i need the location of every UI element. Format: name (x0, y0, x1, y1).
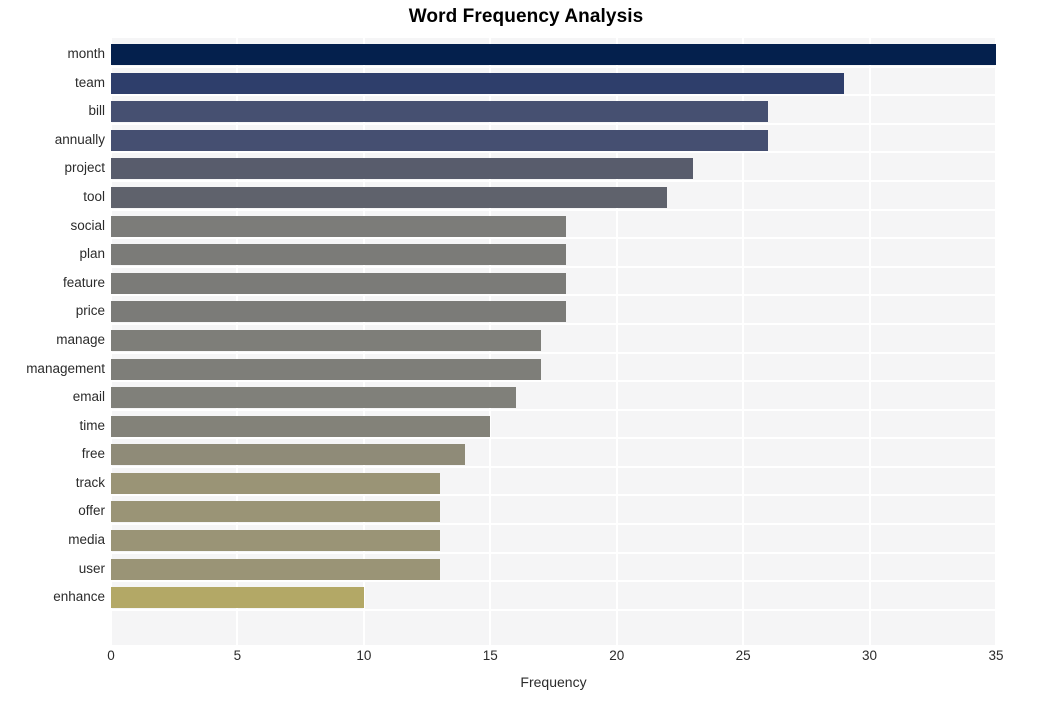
x-tick-label: 10 (356, 648, 372, 663)
bar[interactable] (111, 358, 541, 380)
bar[interactable] (111, 329, 541, 351)
gridline-horizontal (111, 208, 996, 211)
gridline-horizontal (111, 122, 996, 125)
bar[interactable] (111, 44, 996, 65)
y-tick-label: offer (78, 503, 105, 519)
y-tick-label: free (81, 446, 105, 462)
y-tick-label: enhance (53, 589, 105, 605)
bar[interactable] (111, 186, 668, 208)
bar[interactable] (111, 415, 491, 437)
gridline-horizontal (111, 265, 996, 268)
gridline-horizontal (111, 65, 996, 68)
y-tick-label: time (79, 417, 105, 433)
gridline-horizontal (111, 465, 996, 468)
bar[interactable] (111, 101, 769, 123)
gridline-horizontal (111, 322, 996, 325)
y-tick-label: feature (62, 274, 105, 290)
bar[interactable] (111, 158, 693, 180)
y-tick-label: email (72, 389, 105, 405)
y-tick-label: team (74, 74, 105, 90)
bar[interactable] (111, 244, 567, 266)
gridline-horizontal (111, 494, 996, 497)
x-axis-tick-labels: 0 5 10 15 20 25 30 35 (107, 648, 1003, 668)
gridline-horizontal (111, 179, 996, 182)
gridline-horizontal (111, 151, 996, 154)
y-tick-label: track (75, 474, 105, 490)
gridline-horizontal (111, 408, 996, 411)
y-tick-label: manage (56, 331, 105, 347)
x-tick-label: 15 (482, 648, 498, 663)
bar[interactable] (111, 530, 440, 552)
gridline-horizontal (111, 608, 996, 611)
bar[interactable] (111, 444, 465, 466)
y-tick-label: annually (54, 131, 105, 147)
plot-area (111, 38, 996, 645)
y-tick-label: media (68, 532, 105, 548)
page-title: Word Frequency Analysis (408, 6, 644, 27)
y-tick-label: social (70, 217, 105, 233)
x-axis-label: Frequency (520, 674, 587, 690)
y-tick-label: month (67, 46, 105, 61)
gridline-horizontal (111, 294, 996, 297)
bar[interactable] (111, 272, 567, 294)
bar[interactable] (111, 587, 364, 609)
x-tick-label: 20 (609, 648, 625, 663)
y-tick-label: project (64, 160, 105, 176)
gridline-horizontal (111, 580, 996, 583)
gridline-horizontal (111, 523, 996, 526)
bar[interactable] (111, 501, 440, 523)
y-tick-label: user (78, 560, 105, 576)
bar[interactable] (111, 215, 567, 237)
gridline-horizontal (111, 437, 996, 440)
bar[interactable] (111, 472, 440, 494)
x-tick-label: 25 (735, 648, 751, 663)
x-tick-label: 5 (233, 648, 242, 663)
bar[interactable] (111, 301, 567, 323)
y-tick-label: tool (83, 188, 105, 204)
bar[interactable] (111, 558, 440, 580)
bar[interactable] (111, 129, 769, 151)
y-tick-label: plan (79, 246, 105, 262)
gridline-horizontal (111, 351, 996, 354)
gridline-horizontal (111, 94, 996, 97)
bar[interactable] (111, 72, 845, 94)
gridline-horizontal (111, 380, 996, 383)
x-tick-label: 30 (862, 648, 878, 663)
y-tick-label: bill (88, 103, 105, 119)
gridline-vertical (995, 38, 996, 645)
chart-figure: Word Frequency Analysis month team bill ann… (0, 0, 1052, 701)
gridline-horizontal (111, 237, 996, 240)
bar[interactable] (111, 387, 516, 409)
gridline-horizontal (111, 551, 996, 554)
y-tick-label: price (75, 303, 105, 319)
y-axis-tick-labels: month team bill annually project tool social pl… (0, 38, 105, 645)
x-tick-label: 0 (107, 648, 115, 663)
x-tick-label: 35 (988, 648, 1004, 663)
y-tick-label: management (26, 360, 105, 376)
gridline-vertical (868, 38, 871, 645)
